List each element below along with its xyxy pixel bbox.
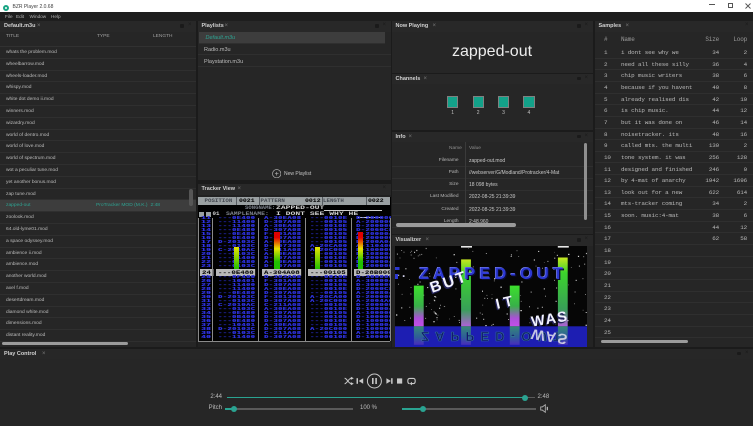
svg-text:.: . [402, 266, 405, 280]
